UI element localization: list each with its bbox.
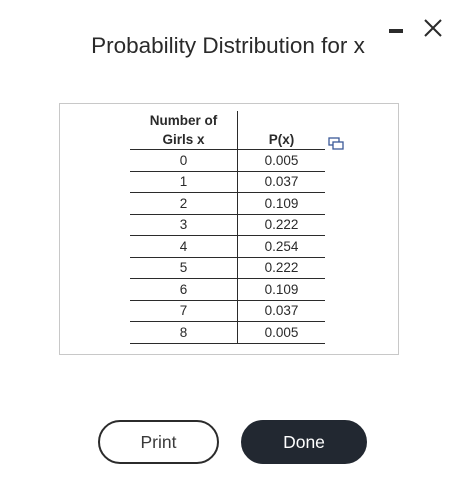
column-header-x-line2: Girls x bbox=[162, 132, 205, 147]
table-row: 1 0.037 bbox=[130, 171, 325, 193]
cell-x: 2 bbox=[130, 192, 238, 215]
cell-x: 7 bbox=[130, 300, 238, 322]
cell-x: 1 bbox=[130, 171, 238, 193]
table-row: 5 0.222 bbox=[130, 257, 325, 279]
cell-p: 0.254 bbox=[237, 235, 325, 258]
cell-p: 0.222 bbox=[237, 214, 325, 236]
cell-x: 4 bbox=[130, 235, 238, 258]
cell-p: 0.005 bbox=[237, 321, 325, 344]
copy-to-clipboard-button[interactable] bbox=[328, 137, 344, 151]
copy-icon bbox=[328, 137, 344, 150]
column-header-x-line1: Number of bbox=[149, 113, 218, 128]
table-row: 2 0.109 bbox=[130, 192, 325, 215]
cell-x: 5 bbox=[130, 257, 238, 279]
print-button[interactable]: Print bbox=[98, 420, 219, 464]
cell-p: 0.222 bbox=[237, 257, 325, 279]
cell-x: 8 bbox=[130, 321, 238, 344]
table-row: 8 0.005 bbox=[130, 321, 325, 344]
cell-p: 0.005 bbox=[237, 149, 325, 172]
table-row: 0 0.005 bbox=[130, 149, 325, 172]
cell-x: 6 bbox=[130, 278, 238, 301]
done-button[interactable]: Done bbox=[241, 420, 367, 464]
table-row: 6 0.109 bbox=[130, 278, 325, 301]
table-row: 3 0.222 bbox=[130, 214, 325, 236]
probability-distribution-table: Number of Girls x P(x) 0 0.005 1 0.037 2… bbox=[130, 111, 325, 344]
cell-p: 0.037 bbox=[237, 300, 325, 322]
cell-p: 0.109 bbox=[237, 192, 325, 215]
cell-x: 0 bbox=[130, 149, 238, 172]
cell-p: 0.109 bbox=[237, 278, 325, 301]
column-header-probability: P(x) bbox=[237, 111, 325, 150]
table-row: 4 0.254 bbox=[130, 235, 325, 258]
cell-p: 0.037 bbox=[237, 171, 325, 193]
dialog: Probability Distribution for x Number of… bbox=[0, 0, 451, 502]
column-header-number-of-girls: Number of Girls x bbox=[130, 111, 238, 150]
cell-x: 3 bbox=[130, 214, 238, 236]
dialog-title: Probability Distribution for x bbox=[91, 33, 365, 58]
column-header-p: P(x) bbox=[268, 132, 295, 147]
table-row: 7 0.037 bbox=[130, 300, 325, 322]
